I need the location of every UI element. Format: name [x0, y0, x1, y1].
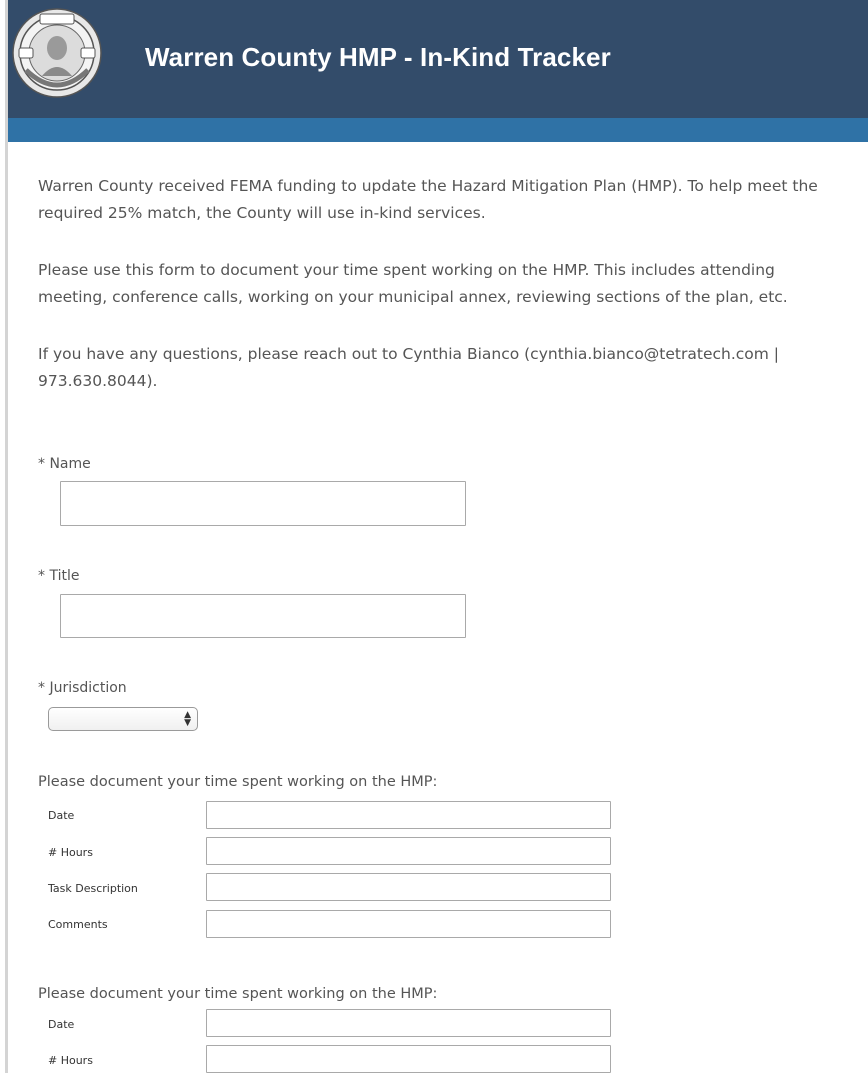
intro-paragraph-instructions: Please use this form to document your ti…: [38, 261, 788, 306]
page-title: Warren County HMP - In-Kind Tracker: [145, 42, 611, 72]
date-label: Date: [48, 1018, 75, 1031]
hours-label: # Hours: [48, 1054, 93, 1067]
hours-label: # Hours: [48, 846, 93, 859]
title-label: * Title: [38, 568, 80, 584]
comments-field[interactable]: [206, 910, 611, 938]
time-entry-heading: Please document your time spent working …: [38, 774, 438, 790]
date-field[interactable]: [206, 801, 611, 829]
time-entry-heading: Please document your time spent working …: [38, 986, 438, 1002]
intro-paragraph-funding: Warren County received FEMA funding to u…: [38, 177, 818, 222]
header-band: [8, 118, 868, 142]
task-description-label: Task Description: [48, 882, 138, 895]
hours-field[interactable]: [206, 1045, 611, 1073]
comments-label: Comments: [48, 918, 108, 931]
title-field[interactable]: [60, 594, 466, 638]
name-field[interactable]: [60, 481, 466, 526]
intro-paragraph-contact: If you have any questions, please reach …: [38, 345, 780, 390]
hours-field[interactable]: [206, 837, 611, 865]
left-border: [5, 0, 8, 1073]
jurisdiction-select[interactable]: ▲ ▼: [48, 707, 198, 731]
date-field[interactable]: [206, 1009, 611, 1037]
county-seal-icon: [12, 8, 102, 98]
date-label: Date: [48, 809, 75, 822]
jurisdiction-label: * Jurisdiction: [38, 680, 127, 696]
task-description-field[interactable]: [206, 873, 611, 901]
name-label: * Name: [38, 456, 91, 472]
select-arrows-icon: ▲ ▼: [184, 710, 191, 728]
